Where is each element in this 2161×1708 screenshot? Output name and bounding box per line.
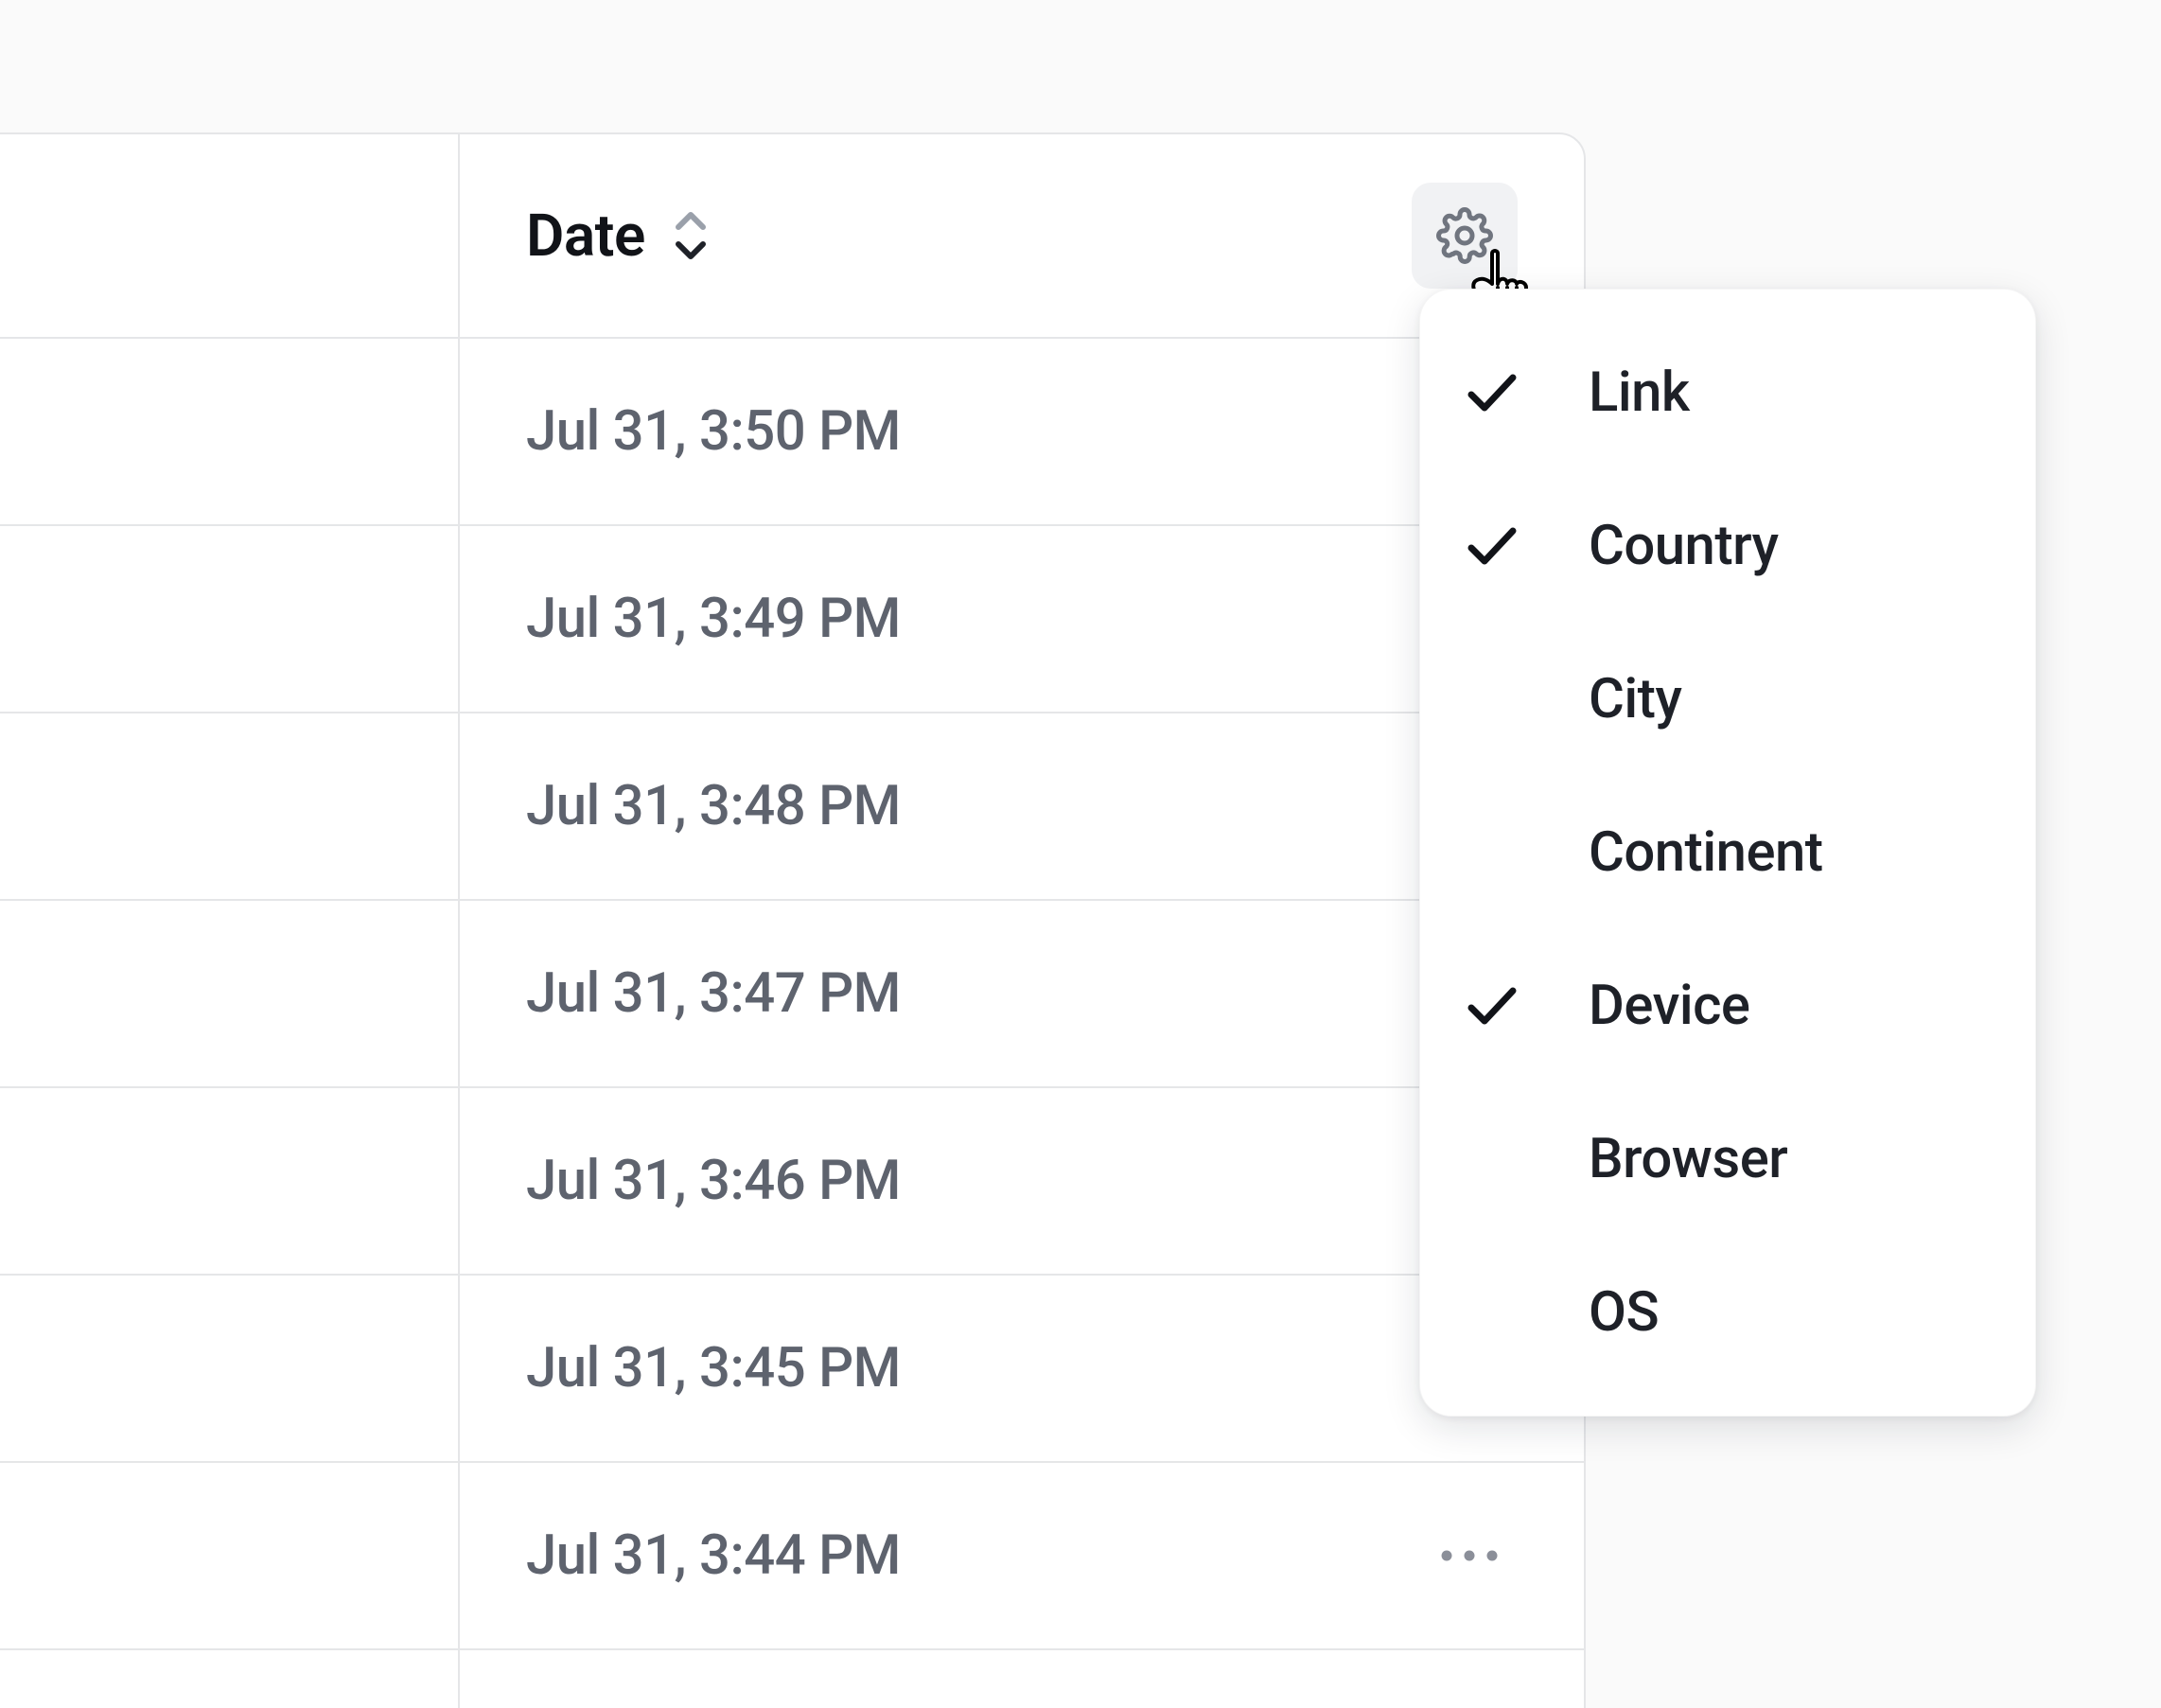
row-actions-button[interactable]	[1421, 1532, 1518, 1579]
date-cell: Jul 31, 3:46 PM	[460, 1088, 1584, 1274]
check-icon	[1466, 525, 1589, 567]
table-header: Date	[0, 134, 1584, 339]
date-value: Jul 31, 3:48 PM	[526, 774, 901, 838]
table-row: Jul 31, 3:49 PM	[0, 526, 1584, 713]
column-toggle-device[interactable]: Device	[1420, 929, 2035, 1083]
date-value: Jul 31, 3:50 PM	[526, 399, 901, 464]
date-cell: Jul 31, 3:44 PM	[460, 1463, 1584, 1648]
table-cell-left	[0, 1463, 460, 1648]
column-settings-button[interactable]	[1412, 183, 1518, 289]
table-cell-left	[0, 1650, 460, 1708]
column-toggle-label: Country	[1589, 514, 1779, 578]
sort-icon	[670, 209, 712, 262]
column-toggle-link[interactable]: Link	[1420, 316, 2035, 469]
table-cell-left	[0, 713, 460, 899]
table-row: Jul 31, 3:44 PM	[0, 1463, 1584, 1650]
check-icon	[1466, 985, 1589, 1027]
date-value: Jul 31, 3:49 PM	[526, 587, 901, 651]
column-toggle-continent[interactable]: Continent	[1420, 776, 2035, 929]
column-toggle-label: Continent	[1589, 820, 1823, 885]
date-column-sort-button[interactable]: Date	[526, 202, 712, 271]
column-toggle-label: City	[1589, 667, 1681, 731]
table-cell-left	[0, 339, 460, 524]
date-cell: Jul 31, 3:43 PM	[460, 1650, 1584, 1708]
column-toggle-os[interactable]: OS	[1420, 1236, 2035, 1389]
date-column-header-cell: Date	[460, 134, 1584, 337]
events-table: Date	[0, 132, 1586, 1708]
date-cell: Jul 31, 3:45 PM	[460, 1276, 1584, 1461]
table-header-cell-left	[0, 134, 460, 337]
table-cell-left	[0, 1276, 460, 1461]
column-visibility-menu: Link Country City Continent Device Brows…	[1419, 289, 2036, 1417]
table-cell-left	[0, 1088, 460, 1274]
column-toggle-browser[interactable]: Browser	[1420, 1083, 2035, 1236]
table-cell-left	[0, 526, 460, 712]
date-value: Jul 31, 3:44 PM	[526, 1523, 901, 1588]
date-value: Jul 31, 3:47 PM	[526, 961, 901, 1026]
date-value: Jul 31, 3:46 PM	[526, 1149, 901, 1213]
table-row: Jul 31, 3:48 PM	[0, 713, 1584, 901]
column-toggle-label: Browser	[1589, 1127, 1787, 1191]
column-toggle-city[interactable]: City	[1420, 623, 2035, 776]
table-row: Jul 31, 3:45 PM	[0, 1276, 1584, 1463]
column-toggle-label: Device	[1589, 974, 1749, 1038]
column-toggle-country[interactable]: Country	[1420, 469, 2035, 623]
column-toggle-label: Link	[1589, 361, 1690, 425]
date-cell: Jul 31, 3:48 PM	[460, 713, 1584, 899]
table-row: Jul 31, 3:46 PM	[0, 1088, 1584, 1276]
table-cell-left	[0, 901, 460, 1086]
table-row: Jul 31, 3:43 PM	[0, 1650, 1584, 1708]
gear-icon	[1436, 207, 1493, 264]
date-value: Jul 31, 3:45 PM	[526, 1336, 901, 1400]
date-column-label: Date	[526, 202, 645, 271]
more-horizontal-icon	[1438, 1549, 1501, 1562]
table-body: Jul 31, 3:50 PM Jul 31, 3:49 PM	[0, 339, 1584, 1708]
table-row: Jul 31, 3:50 PM	[0, 339, 1584, 526]
date-cell: Jul 31, 3:47 PM	[460, 901, 1584, 1086]
column-toggle-label: OS	[1589, 1280, 1659, 1345]
table-row: Jul 31, 3:47 PM	[0, 901, 1584, 1088]
date-cell: Jul 31, 3:49 PM	[460, 526, 1584, 712]
check-icon	[1466, 372, 1589, 414]
date-cell: Jul 31, 3:50 PM	[460, 339, 1584, 524]
